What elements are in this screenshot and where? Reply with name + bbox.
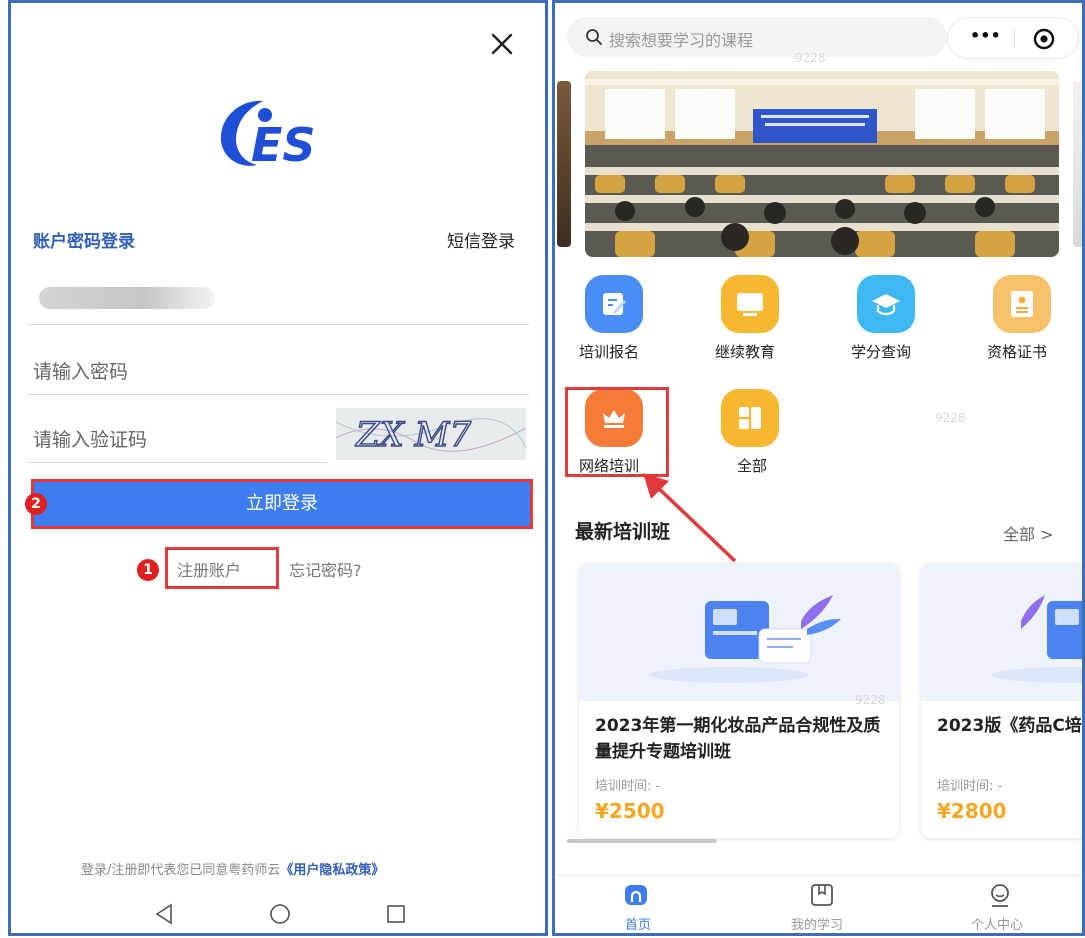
course-image [579, 563, 899, 701]
banner-next-peek [1073, 81, 1082, 247]
section-title: 最新培训班 [575, 521, 671, 543]
course-time: 培训时间: - [937, 779, 1003, 794]
privacy-policy-link[interactable]: 《用户隐私政策》 [280, 863, 384, 878]
register-link[interactable]: 注册账户 [177, 557, 241, 581]
user-icon[interactable] [987, 882, 1013, 908]
watermark: 9228 [935, 411, 966, 425]
shortcut-label-2[interactable]: 继续教育 [715, 341, 775, 362]
shortcut-label-1[interactable]: 培训报名 [579, 341, 639, 362]
book-icon[interactable] [809, 882, 835, 908]
watermark: 9228 [795, 51, 826, 65]
course-time: 培训时间: - [595, 779, 661, 794]
tab-my-learning[interactable]: 我的学习 [791, 914, 843, 933]
capsule-divider [1014, 28, 1015, 48]
shortcut-label-4[interactable]: 资格证书 [987, 341, 1047, 362]
login-screen: ES 账户密码登录 短信登录 请输入密码 请输入验证码 ZX M7 立即登录 2… [8, 0, 548, 936]
svg-text:ZX M7: ZX M7 [355, 415, 471, 455]
svg-text:ES: ES [251, 118, 316, 172]
graduation-cap-icon [872, 294, 900, 316]
course-price: ¥2800 [937, 799, 1007, 823]
close-circle-icon[interactable] [1032, 27, 1056, 51]
mini-program-capsule: ••• [947, 17, 1079, 59]
course-title: 2023年第一期化妆品产品合规性及质量提升专题培训班 [595, 716, 881, 762]
home-icon[interactable] [623, 882, 649, 908]
app-logo: ES [220, 100, 316, 172]
watermark: 9228 [855, 693, 886, 707]
agreement-prefix: 登录/注册即代表您已同意粤药师云 [81, 863, 281, 878]
course-price: ¥2500 [595, 799, 665, 823]
shortcut-tile-4[interactable] [993, 275, 1051, 333]
agreement-text: 登录/注册即代表您已同意粤药师云《用户隐私政策》 [81, 859, 384, 878]
tab-password-login[interactable]: 账户密码登录 [33, 227, 135, 252]
section-all-link[interactable]: 全部 > [1003, 521, 1054, 545]
shortcut-tile-3[interactable] [857, 275, 915, 333]
captcha-image[interactable]: ZX M7 [336, 408, 526, 460]
recents-nav-icon[interactable] [383, 901, 409, 927]
account-value-masked [39, 287, 215, 309]
step-badge-2: 2 [25, 493, 47, 515]
tab-home[interactable]: 首页 [625, 914, 651, 933]
step-badge-1: 1 [137, 559, 159, 581]
home-nav-icon[interactable] [267, 901, 293, 927]
more-menu-icon[interactable]: ••• [970, 26, 1001, 45]
course-image [921, 563, 1082, 701]
search-placeholder: 搜索想要学习的课程 [609, 31, 754, 50]
password-placeholder: 请输入密码 [33, 361, 129, 383]
course-title: 2023版《药品C培训班 [937, 716, 1082, 736]
horizontal-scroll-indicator [567, 839, 717, 843]
certificate-icon [1011, 291, 1033, 317]
search-icon [586, 29, 602, 45]
close-icon[interactable] [487, 29, 517, 59]
shortcut-tile-2[interactable] [721, 275, 779, 333]
search-bar[interactable]: 搜索想要学习的课程 [567, 17, 947, 57]
monitor-icon [737, 293, 763, 316]
banner-prev-peek [557, 81, 571, 247]
forgot-password-link[interactable]: 忘记密码? [289, 557, 362, 581]
course-card[interactable]: 2023版《药品C培训班 培训时间: - ¥2800 [921, 563, 1082, 838]
login-button[interactable]: 立即登录 [31, 479, 533, 529]
shortcut-tile-6[interactable] [721, 389, 779, 447]
back-nav-icon[interactable] [151, 901, 177, 927]
course-card[interactable]: 2023年第一期化妆品产品合规性及质量提升专题培训班 培训时间: - ¥2500 [579, 563, 899, 838]
banner-image[interactable] [585, 71, 1059, 257]
home-screen: 搜索想要学习的课程 ••• 培训报名 继续教育 学分查询 资格证书 网络培训 全… [552, 0, 1085, 936]
tab-sms-login[interactable]: 短信登录 [447, 227, 515, 252]
tab-profile[interactable]: 个人中心 [971, 914, 1023, 933]
network-training-highlight-box [565, 387, 669, 477]
captcha-placeholder: 请输入验证码 [33, 429, 148, 451]
grid-icon [739, 407, 761, 429]
bottom-tab-bar: 首页 我的学习 个人中心 [555, 875, 1082, 933]
shortcut-label-3[interactable]: 学分查询 [851, 341, 911, 362]
edit-icon [603, 293, 626, 315]
shortcut-tile-1[interactable] [585, 275, 643, 333]
